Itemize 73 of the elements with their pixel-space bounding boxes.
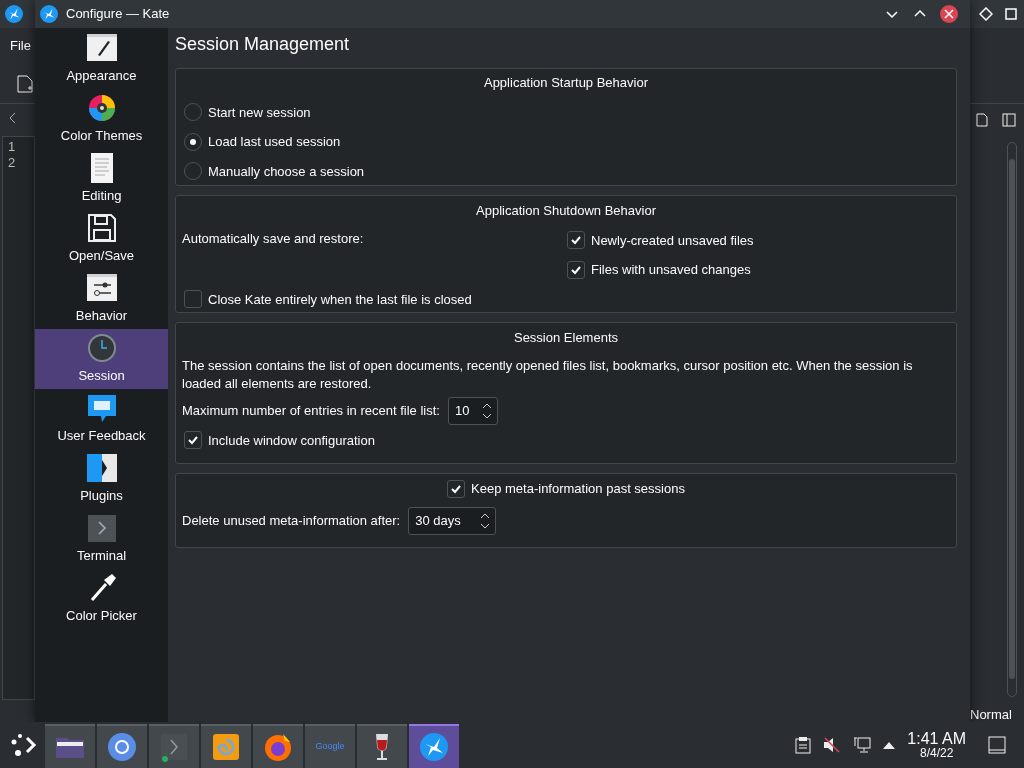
diamond-icon[interactable] [979, 7, 993, 21]
radio-button[interactable] [184, 103, 202, 122]
window-title: Configure — Kate [66, 5, 170, 24]
group-title: Session Elements [513, 329, 619, 347]
line-number: 2 [8, 155, 17, 171]
kate-icon [419, 732, 449, 762]
document-icon[interactable] [975, 113, 989, 127]
option-label[interactable]: Close Kate entirely when the last file is closed [208, 289, 472, 309]
close-icon[interactable] [940, 5, 958, 23]
option-label[interactable]: Keep meta-information past sessions [471, 479, 685, 499]
terminal-icon [159, 732, 189, 762]
checkbox[interactable] [447, 479, 466, 498]
chevron-left-icon[interactable] [8, 110, 18, 125]
sidebar-item[interactable]: Behavior [35, 269, 168, 329]
spin-box[interactable]: 30 days [408, 506, 497, 535]
terminal-icon [85, 512, 118, 545]
taskbar-button[interactable] [45, 724, 95, 768]
group-title: Application Startup Behavior [483, 74, 648, 92]
option-label[interactable]: Start new session [208, 102, 311, 122]
expand-arrow-icon[interactable] [883, 741, 896, 749]
taskbar-button[interactable] [97, 724, 147, 768]
sidebar-item[interactable]: User Feedback [35, 389, 168, 449]
firefox-icon [263, 732, 293, 762]
sidebar-item[interactable]: Color Picker [35, 569, 168, 629]
page-title: Session Management [175, 33, 351, 56]
kate-icon [40, 5, 58, 23]
muted-speaker-icon[interactable] [823, 736, 842, 754]
maximize-icon[interactable] [1005, 8, 1017, 20]
description-text: The session contains the list of open documents, recently opened files list, bookmarks, cursor position etc. When the session is loaded all elements are restored. [182, 356, 914, 393]
sidebar-item[interactable]: Color Themes [35, 89, 168, 149]
launcher-icon[interactable] [9, 731, 37, 759]
clock-icon [85, 332, 118, 365]
clipboard-icon[interactable] [795, 736, 812, 754]
line-number: 1 [8, 139, 17, 155]
sidebar-item[interactable]: Editing [35, 149, 168, 209]
checkmark-icon [187, 434, 199, 447]
chromium-icon [107, 732, 137, 762]
checkbox[interactable] [567, 231, 585, 250]
taskbar-button[interactable] [201, 724, 251, 768]
checkmark-icon [570, 234, 582, 247]
minimize-icon[interactable] [886, 8, 898, 20]
option-label[interactable]: Load last used session [208, 132, 341, 152]
kate-icon [5, 5, 23, 23]
radio-button[interactable] [184, 162, 202, 181]
sidebar-item[interactable]: Terminal [35, 509, 168, 569]
option-label[interactable]: Newly-created unsaved files [591, 230, 754, 250]
checkbox[interactable] [184, 290, 202, 309]
checkbox[interactable] [567, 260, 585, 279]
taskbar-button[interactable] [409, 724, 459, 768]
panel-icon[interactable] [1002, 113, 1016, 127]
sidebar-item[interactable]: Open/Save [35, 209, 168, 269]
field-label: Delete unused meta-information after: [182, 511, 401, 530]
clock[interactable]: 1:41 AM 8/4/22 [907, 731, 966, 759]
new-file-icon[interactable] [17, 74, 33, 93]
swirl-icon [211, 732, 241, 762]
option-label[interactable]: Files with unsaved changes [591, 260, 751, 280]
sidebar-item[interactable]: Session [35, 329, 168, 389]
sidebar-item[interactable]: Plugins [35, 449, 168, 509]
show-desktop-icon[interactable] [988, 736, 1006, 754]
taskbar-button[interactable] [357, 724, 407, 768]
checkbox[interactable] [184, 431, 202, 450]
sidebar-item[interactable]: Appearance [35, 29, 168, 89]
radio-button[interactable] [184, 132, 202, 151]
spin-box[interactable]: 10 [447, 396, 498, 425]
status-text: Normal [970, 706, 1012, 724]
option-label[interactable]: Include window configuration [208, 430, 375, 450]
google-logo: Google [315, 740, 345, 754]
option-label[interactable]: Manually choose a session [208, 161, 365, 181]
field-label: Maximum number of entries in recent file list: [182, 401, 440, 420]
network-icon[interactable] [853, 736, 872, 754]
menu-item[interactable]: File [10, 38, 31, 53]
field-label: Automatically save and restore: [182, 230, 364, 246]
group-title: Application Shutdown Behavior [476, 202, 656, 220]
